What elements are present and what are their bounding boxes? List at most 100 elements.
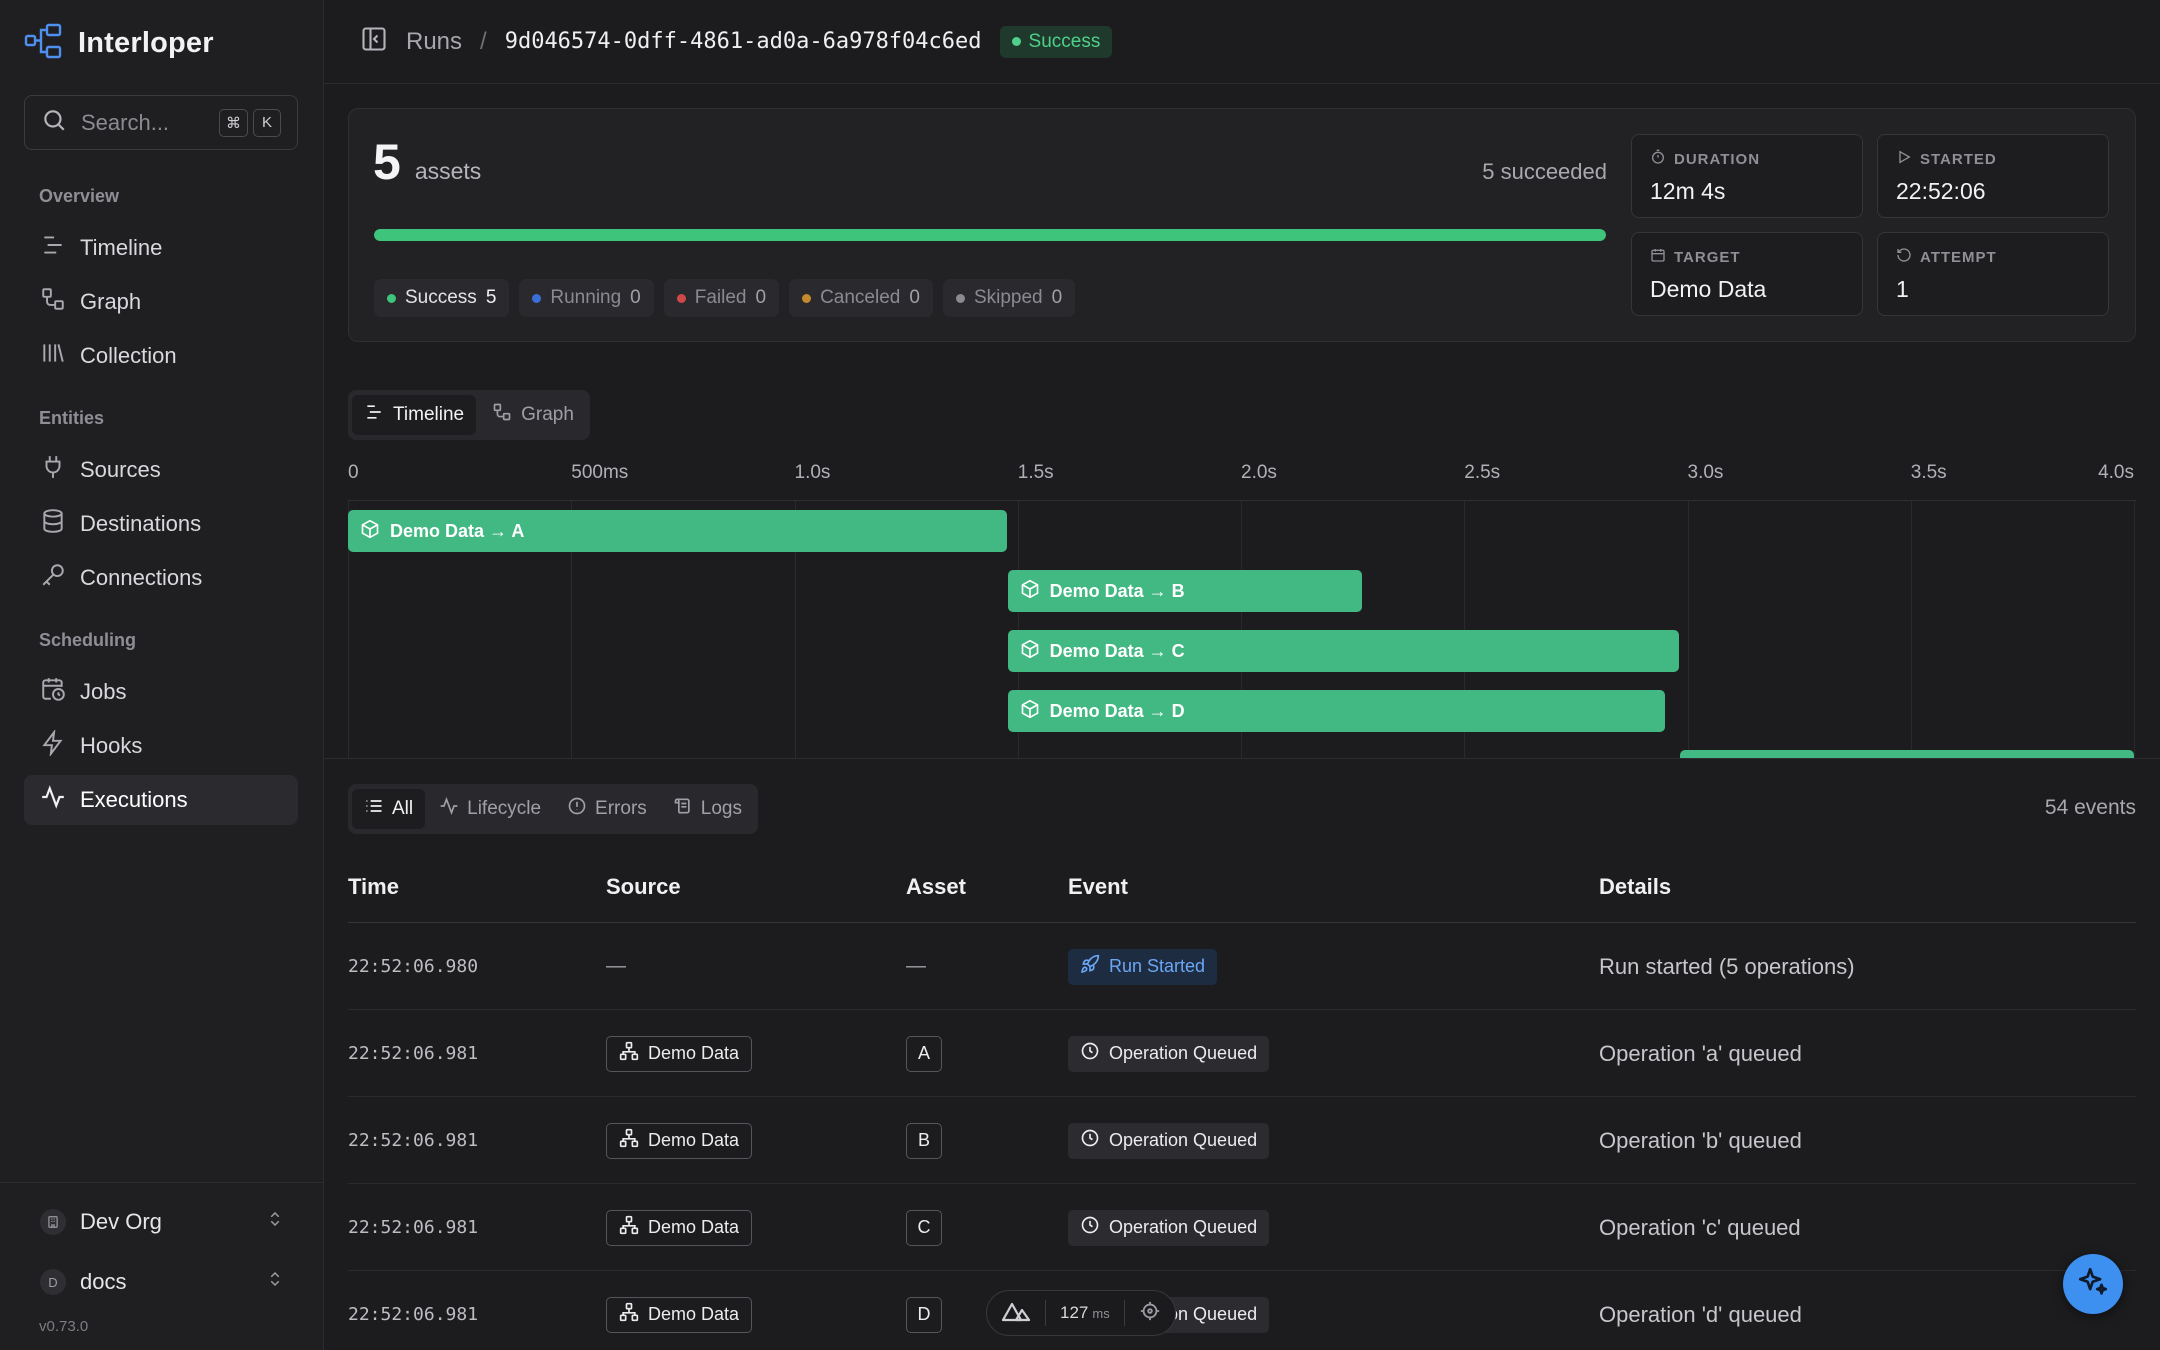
event-tag: Operation Queued (1068, 1209, 1270, 1246)
table-row[interactable]: 22:52:06.981 Demo Data A Operation Queue… (348, 1010, 2136, 1097)
tab-graph[interactable]: Graph (480, 395, 586, 435)
chip-skipped[interactable]: Skipped 0 (942, 279, 1076, 317)
sidebar-item-executions[interactable]: Executions (24, 775, 298, 825)
crosshair-icon[interactable] (1139, 1300, 1161, 1327)
column-header-asset[interactable]: Asset (906, 874, 966, 900)
timeline-bar[interactable]: Demo Data → D (1007, 690, 1666, 732)
column-header-source[interactable]: Source (606, 874, 681, 900)
perf-unit: ms (1092, 1306, 1110, 1321)
stat-duration: DURATION 12m 4s (1631, 134, 1863, 218)
asset-tag[interactable]: A (906, 1035, 942, 1072)
table-row[interactable]: 22:52:06.981 Demo Data D Operation Queue… (348, 1271, 2136, 1350)
org-switcher[interactable]: Dev Org (40, 1202, 284, 1242)
ai-assistant-button[interactable] (2063, 1254, 2123, 1314)
brand[interactable]: Interloper (24, 22, 214, 65)
alert-circle-icon (567, 796, 587, 822)
filter-errors[interactable]: Errors (555, 789, 659, 829)
source-tag[interactable]: Demo Data (606, 1296, 753, 1333)
sidebar-item-label: Executions (80, 787, 188, 812)
chip-count: 0 (1051, 287, 1063, 308)
timeline-bar[interactable]: Demo Data → C (1007, 630, 1679, 672)
sidebar-item-connections[interactable]: Connections (24, 553, 298, 603)
running-dot (532, 293, 542, 303)
sidebar-item-jobs[interactable]: Jobs (24, 667, 298, 717)
event-source: Demo Data (606, 1271, 753, 1350)
chip-success[interactable]: Success 5 (374, 279, 510, 317)
sidebar-item-collection[interactable]: Collection (24, 331, 298, 381)
event-source: Demo Data (606, 1010, 753, 1097)
filter-logs[interactable]: Logs (661, 789, 754, 829)
asset-count: 5 assets (373, 133, 481, 191)
chip-running[interactable]: Running 0 (519, 279, 654, 317)
timeline-bar[interactable] (1679, 750, 2134, 758)
network-icon (619, 1215, 639, 1240)
sidebar-toggle-icon[interactable] (360, 25, 388, 58)
event-details: Operation 'd' queued (1599, 1301, 1802, 1327)
chip-failed[interactable]: Failed 0 (663, 279, 780, 317)
event-source: — (606, 955, 626, 977)
filter-lifecycle[interactable]: Lifecycle (427, 789, 553, 829)
workspace-name: docs (80, 1269, 127, 1294)
search-input[interactable]: Search... ⌘ K (24, 95, 298, 150)
sidebar-item-graph[interactable]: Graph (24, 277, 298, 327)
clock-icon (1080, 1041, 1100, 1066)
workspace-switcher[interactable]: D docs (40, 1262, 284, 1302)
activity-icon (40, 784, 66, 816)
breadcrumb-runs[interactable]: Runs (406, 28, 462, 56)
sidebar-item-hooks[interactable]: Hooks (24, 721, 298, 771)
app-root: Interloper Search... ⌘ K Overview Timeli… (0, 0, 2160, 1350)
column-header-event[interactable]: Event (1068, 874, 1128, 900)
event-tag: Operation Queued (1068, 1122, 1270, 1159)
event-details: Operation 'b' queued (1599, 1127, 1802, 1153)
kbd-mod: ⌘ (219, 108, 248, 137)
asset-tag[interactable]: C (906, 1209, 942, 1246)
table-row[interactable]: 22:52:06.981 Demo Data C Operation Queue… (348, 1184, 2136, 1271)
calendar-clock-icon (40, 676, 66, 708)
network-icon (619, 1128, 639, 1153)
sidebar-item-destinations[interactable]: Destinations (24, 499, 298, 549)
column-header-time[interactable]: Time (348, 874, 399, 900)
asset-tag[interactable]: D (906, 1296, 942, 1333)
perf-divider (1045, 1300, 1046, 1326)
bolt-icon (40, 728, 66, 762)
chip-canceled[interactable]: Canceled 0 (789, 279, 933, 317)
sidebar-item-label: Hooks (80, 733, 143, 758)
source-tag[interactable]: Demo Data (606, 1122, 753, 1159)
section-label-entities: Entities (39, 408, 105, 428)
source-tag[interactable]: Demo Data (606, 1209, 753, 1246)
event-time: 22:52:06.981 (348, 1217, 479, 1238)
sidebar-item-timeline[interactable]: Timeline (24, 223, 298, 273)
event-label: Operation Queued (1109, 1130, 1258, 1150)
sidebar-item-sources[interactable]: Sources (24, 445, 298, 495)
stat-label: STARTED (1920, 150, 1997, 168)
event-asset: C (906, 1184, 942, 1271)
column-header-details[interactable]: Details (1599, 874, 1671, 900)
timeline-bar[interactable]: Demo Data → B (1007, 570, 1362, 612)
network-icon (619, 1302, 639, 1327)
timeline-bar[interactable]: Demo Data → A (348, 510, 1007, 552)
skipped-dot (955, 293, 965, 303)
sidebar: Interloper Search... ⌘ K Overview Timeli… (0, 0, 324, 1350)
stat-label: DURATION (1674, 150, 1761, 168)
perf-widget[interactable]: 127 ms (986, 1290, 1176, 1336)
stat-label: ATTEMPT (1920, 248, 1997, 266)
event-label: Operation Queued (1109, 1043, 1258, 1063)
logo-icon (24, 22, 64, 65)
source-tag[interactable]: Demo Data (606, 1035, 753, 1072)
source-label: Demo Data (648, 1130, 740, 1150)
event-asset: — (906, 955, 926, 977)
search-placeholder: Search... (81, 109, 170, 135)
table-row[interactable]: 22:52:06.980 — — Run Started Run started… (348, 923, 2136, 1010)
filter-all[interactable]: All (352, 789, 426, 829)
sidebar-divider (0, 1182, 323, 1183)
event-cell: Operation Queued (1068, 1010, 1270, 1097)
box-icon (1020, 579, 1040, 604)
event-time: 22:52:06.981 (348, 1304, 479, 1325)
asset-count-label: assets (414, 158, 482, 184)
asset-tag[interactable]: B (906, 1122, 942, 1159)
table-row[interactable]: 22:52:06.981 Demo Data B Operation Queue… (348, 1097, 2136, 1184)
timeline-tick-label: 0 (348, 462, 359, 483)
tab-timeline[interactable]: Timeline (352, 395, 477, 435)
status-chips: Success 5 Running 0 Failed 0 Canceled 0 Skip… (374, 279, 1076, 317)
stat-value: 22:52:06 (1896, 178, 1986, 204)
